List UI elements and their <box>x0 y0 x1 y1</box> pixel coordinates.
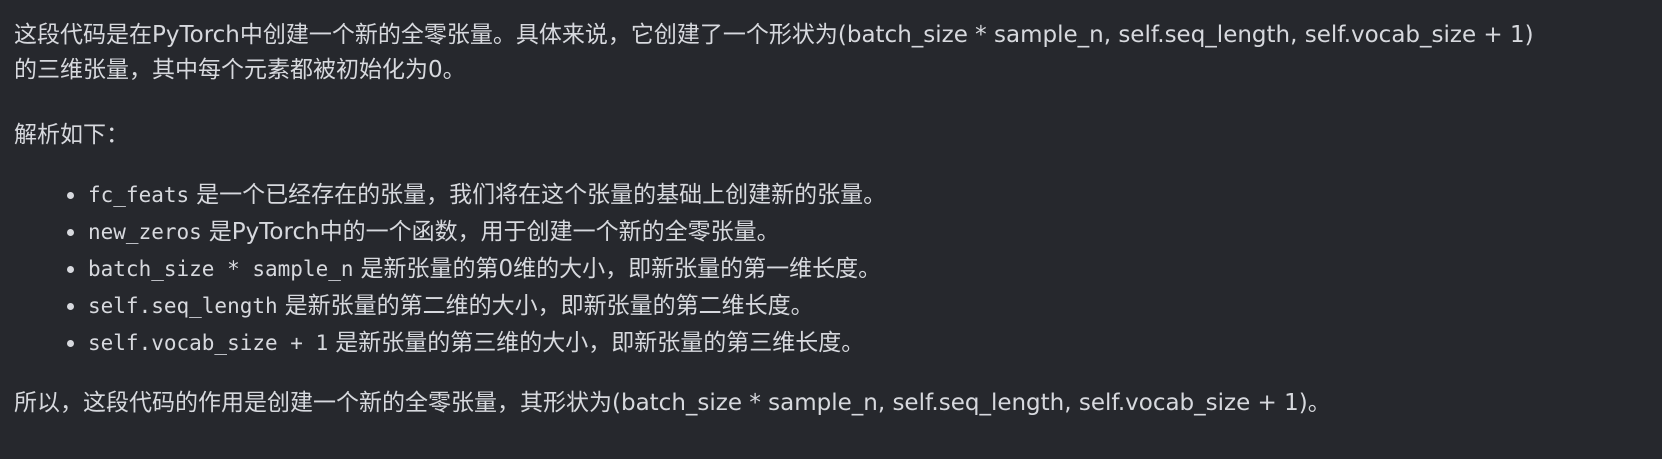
inline-code: batch_size * sample_n <box>88 257 354 281</box>
list-item-text: 是一个已经存在的张量，我们将在这个张量的基础上创建新的张量。 <box>196 182 887 208</box>
inline-code: fc_feats <box>88 183 190 207</box>
list-item-text: 是新张量的第二维的大小，即新张量的第二维长度。 <box>284 293 814 319</box>
list-item: self.seq_length 是新张量的第二维的大小，即新张量的第二维长度。 <box>67 288 1648 325</box>
intro-paragraph: 这段代码是在PyTorch中创建一个新的全零张量。具体来说，它创建了一个形状为(… <box>14 18 1648 88</box>
list-item: new_zeros 是PyTorch中的一个函数，用于创建一个新的全零张量。 <box>67 214 1648 251</box>
list-item: self.vocab_size + 1 是新张量的第三维的大小，即新张量的第三维长… <box>67 325 1648 362</box>
list-item: batch_size * sample_n 是新张量的第0维的大小，即新张量的第一… <box>67 251 1648 288</box>
intro-line-2: 的三维张量，其中每个元素都被初始化为0。 <box>14 57 466 83</box>
list-item: fc_feats 是一个已经存在的张量，我们将在这个张量的基础上创建新的张量。 <box>67 177 1648 214</box>
list-item-text: 是新张量的第三维的大小，即新张量的第三维长度。 <box>335 330 865 356</box>
list-item-text: 是PyTorch中的一个函数，用于创建一个新的全零张量。 <box>208 219 780 245</box>
intro-line-1: 这段代码是在PyTorch中创建一个新的全零张量。具体来说，它创建了一个形状为(… <box>14 22 1534 48</box>
inline-code: self.seq_length <box>88 294 278 318</box>
list-item-text: 是新张量的第0维的大小，即新张量的第一维长度。 <box>360 256 882 282</box>
inline-code: self.vocab_size + 1 <box>88 331 329 355</box>
assistant-message: 这段代码是在PyTorch中创建一个新的全零张量。具体来说，它创建了一个形状为(… <box>0 0 1662 459</box>
conclusion-paragraph: 所以，这段代码的作用是创建一个新的全零张量，其形状为(batch_size * … <box>14 390 1331 416</box>
inline-code: new_zeros <box>88 220 202 244</box>
explanation-list: fc_feats 是一个已经存在的张量，我们将在这个张量的基础上创建新的张量。 n… <box>14 177 1648 362</box>
analysis-heading: 解析如下： <box>14 122 129 148</box>
